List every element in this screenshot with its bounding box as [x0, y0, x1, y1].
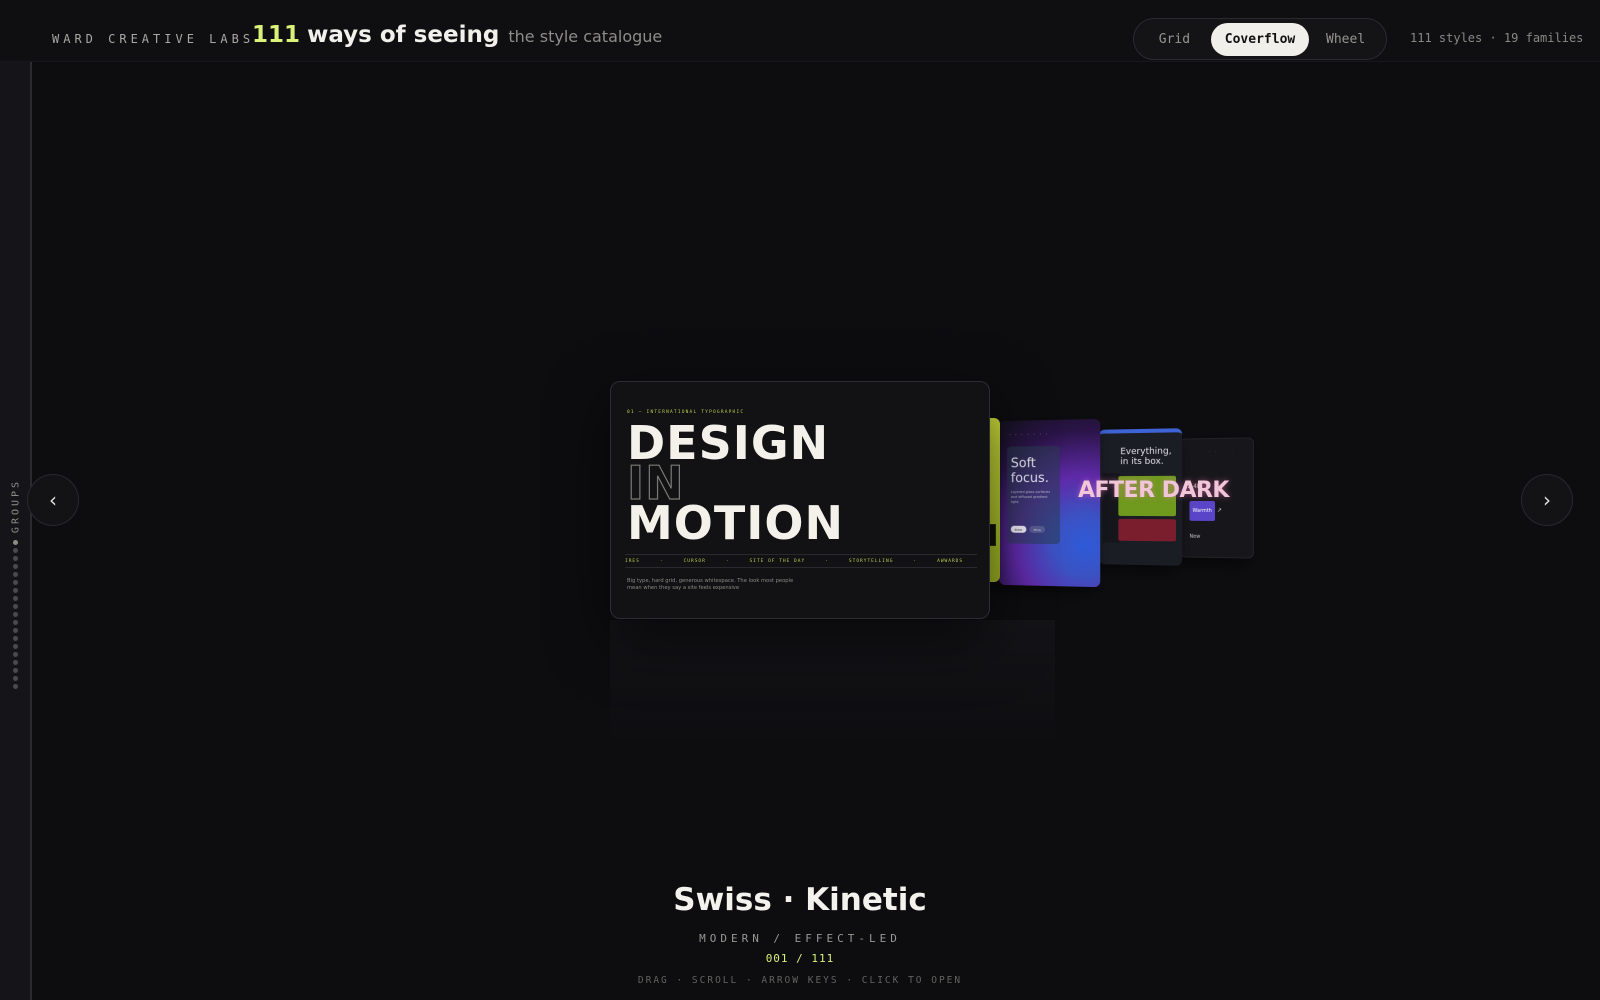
ticker-item: · [659, 558, 664, 564]
ticker-item: · [825, 558, 829, 564]
ticker-item: AWWARDS [937, 558, 964, 564]
coverflow-active-card[interactable]: 01 — INTERNATIONAL TYPOGRAPHIC DESIGN IN… [610, 381, 990, 619]
card2-button-primary: Enter [1010, 525, 1027, 533]
card2-headline: Soft focus. [1010, 456, 1049, 487]
title-main: ways of seeing [307, 22, 500, 48]
card3-red-tile [1118, 518, 1177, 542]
interaction-hint: DRAG · SCROLL · ARROW KEYS · CLICK TO OP… [637, 975, 963, 986]
card4-label: New [1189, 533, 1201, 540]
brand-name: WARD CREATIVE LABS [52, 32, 255, 46]
view-coverflow-button[interactable]: Coverflow [1210, 22, 1310, 56]
coverflow-stage[interactable]: · · · · · 2.4M Warmth ↗ New Everything, … [0, 62, 1600, 842]
card4-chip: Warmth [1189, 500, 1216, 521]
card-kicker: 01 — INTERNATIONAL TYPOGRAPHIC [627, 410, 745, 415]
card-reflection [610, 620, 1055, 748]
ticker-item: STORYTELLING [848, 558, 894, 564]
card2-button-secondary: More [1029, 525, 1046, 533]
title-count: 111 [252, 22, 301, 48]
ticker-item: IRES [625, 558, 640, 564]
card2-kicker: · · · · · · · [1008, 432, 1049, 437]
ticker-item: · [913, 558, 918, 564]
style-title: Swiss · Kinetic [673, 882, 927, 918]
card2-body: Layered glass surfaces and diffused grad… [1010, 489, 1051, 504]
card3-headline: Everything, in its box. [1120, 446, 1172, 468]
ticker-item: CURSOR [683, 558, 706, 564]
card-ticker: IRES · CURSOR · SITE OF THE DAY · STORYTELLING… [625, 554, 977, 568]
ticker-item: SITE OF THE DAY [749, 558, 806, 564]
headline-line-3: MOTION [627, 496, 844, 550]
catalogue-stats: 111 styles · 19 families [1410, 31, 1584, 45]
card4-kicker: · · · · · [1209, 448, 1235, 454]
coverflow-card-2[interactable]: · · · · · · · Soft focus. Layered glass … [999, 418, 1101, 588]
arrow-up-right-icon: ↗ [1216, 507, 1222, 515]
top-bar: WARD CREATIVE LABS 111 ways of seeing th… [0, 0, 1600, 62]
view-grid-button[interactable]: Grid [1138, 23, 1211, 56]
title-subtitle: the style catalogue [508, 27, 663, 46]
view-wheel-button[interactable]: Wheel [1309, 23, 1382, 56]
after-dark-wordmark: AFTER DARK [1078, 478, 1229, 503]
style-index: 001 / 111 [765, 952, 835, 965]
card-description: Big type, hard grid, generous whitespace… [627, 578, 794, 591]
page-title: 111 ways of seeing the style catalogue [252, 22, 662, 48]
style-family: MODERN / EFFECT-LED [699, 932, 901, 945]
view-mode-toggle: Grid Coverflow Wheel [1133, 18, 1387, 60]
ticker-item: · [725, 558, 730, 564]
